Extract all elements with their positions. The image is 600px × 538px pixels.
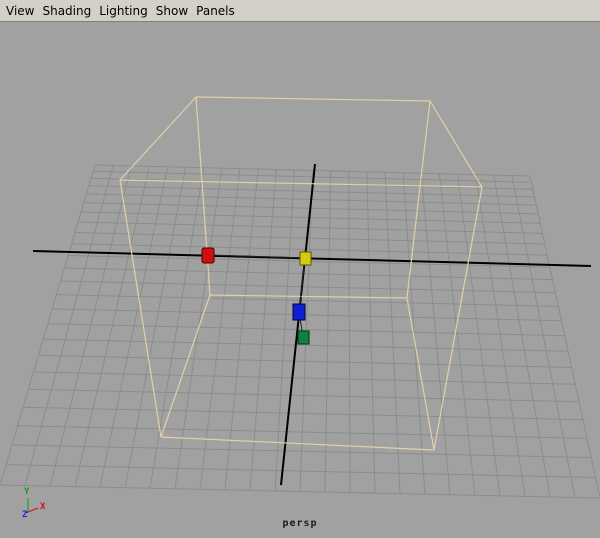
- menu-lighting[interactable]: Lighting: [95, 1, 152, 21]
- grid-line: [420, 173, 451, 495]
- menu-shading[interactable]: Shading: [38, 1, 95, 21]
- camera-name-label: persp: [282, 518, 318, 529]
- menu-view[interactable]: View: [2, 1, 38, 21]
- grid-axis-z: [280, 163, 316, 486]
- grid-line: [493, 174, 551, 498]
- grid-line: [324, 170, 332, 493]
- persp-viewport-panel[interactable]: View Shading Lighting Show Panels Y X Z …: [0, 0, 600, 538]
- grid-line: [24, 165, 114, 486]
- menu-show[interactable]: Show: [152, 1, 192, 21]
- grid-line: [199, 168, 241, 490]
- manipulator-handle-y[interactable]: [299, 251, 312, 266]
- menu-panels[interactable]: Panels: [192, 1, 239, 21]
- 3d-scene[interactable]: [0, 22, 600, 538]
- grid-line: [366, 171, 376, 494]
- grid-line: [511, 175, 576, 498]
- grid-line: [49, 165, 132, 487]
- grid-line: [384, 172, 401, 494]
- panel-menubar: View Shading Lighting Show Panels: [0, 0, 600, 22]
- view-axis-x-label: X: [40, 502, 46, 512]
- grid-line: [529, 175, 600, 499]
- manipulator-handle-x[interactable]: [201, 247, 215, 264]
- grid-line: [74, 166, 150, 487]
- manipulator-handle-z[interactable]: [292, 303, 306, 321]
- grid-line: [402, 172, 426, 495]
- grid-line: [348, 171, 351, 493]
- manipulator-handle-center[interactable]: [297, 330, 310, 345]
- view-axis-y-label: Y: [24, 487, 30, 497]
- view-axis-indicator: [25, 498, 39, 514]
